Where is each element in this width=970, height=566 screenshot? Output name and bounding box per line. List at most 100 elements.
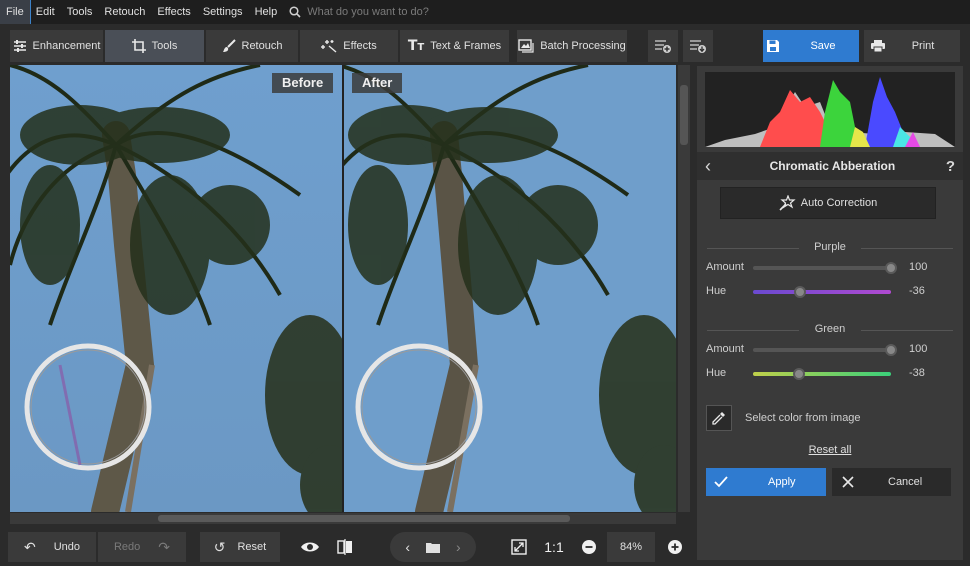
menu-edit[interactable]: Edit — [30, 0, 61, 24]
tab-retouch[interactable]: Retouch — [206, 30, 299, 62]
green-hue-value: -38 — [909, 367, 925, 379]
fit-screen-button[interactable] — [506, 532, 532, 562]
file-navigator: ‹ › — [390, 532, 476, 562]
zoom-out-button[interactable] — [578, 532, 600, 562]
auto-correction-button[interactable]: Auto Correction — [720, 187, 936, 219]
after-pane: After — [344, 65, 676, 512]
chevron-right-icon[interactable]: › — [456, 539, 461, 555]
vertical-scrollbar[interactable] — [678, 65, 690, 512]
reset-button[interactable]: ↺ Reset — [200, 532, 280, 562]
panel-title: Chromatic Abberation — [769, 159, 896, 173]
sliders-icon — [13, 40, 26, 52]
compare-button[interactable] — [332, 532, 358, 562]
panel-header: ‹ Chromatic Abberation ? — [697, 152, 963, 180]
purple-amount-slider[interactable] — [753, 262, 897, 274]
add-preset-button[interactable] — [648, 30, 678, 62]
before-pane: Before — [10, 65, 342, 512]
tab-text-frames[interactable]: TT Text & Frames — [400, 30, 510, 62]
eyedropper-icon — [712, 412, 725, 425]
eyedropper-button[interactable] — [706, 405, 732, 431]
menu-effects[interactable]: Effects — [151, 0, 196, 24]
text-icon: TT — [407, 38, 425, 54]
magic-wand-icon — [779, 195, 796, 211]
download-preset-button[interactable] — [683, 30, 713, 62]
horizontal-scroll-thumb[interactable] — [158, 515, 570, 522]
reset-icon: ↺ — [213, 538, 226, 555]
tab-enhancement[interactable]: Enhancement — [10, 30, 104, 62]
menu-settings[interactable]: Settings — [197, 0, 249, 24]
chevron-left-icon[interactable]: ‹ — [405, 539, 410, 555]
reset-all-link[interactable]: Reset all — [697, 444, 963, 456]
before-label: Before — [272, 73, 334, 93]
apply-label: Apply — [768, 476, 796, 488]
expand-icon — [511, 539, 527, 555]
zoom-in-button[interactable] — [664, 532, 686, 562]
image-viewport[interactable]: Before After — [10, 65, 676, 512]
purple-amount-label: Amount — [706, 261, 744, 273]
vertical-scroll-thumb[interactable] — [680, 85, 688, 145]
printer-icon — [870, 40, 885, 53]
after-label: After — [352, 73, 403, 93]
sparkle-icon — [321, 40, 337, 53]
images-icon — [518, 39, 534, 53]
auto-correction-label: Auto Correction — [800, 197, 878, 209]
split-divider[interactable] — [342, 65, 344, 512]
green-amount-label: Amount — [706, 343, 744, 355]
purple-section-title: Purple — [707, 241, 953, 253]
purple-amount-value: 100 — [909, 261, 928, 273]
apply-button[interactable]: Apply — [706, 468, 826, 496]
preview-eye-button[interactable] — [295, 532, 325, 562]
purple-hue-value: -36 — [909, 285, 925, 297]
save-button[interactable]: Save — [763, 30, 859, 62]
checkmark-icon — [714, 476, 728, 488]
green-hue-label: Hue — [706, 367, 727, 379]
eye-icon — [301, 542, 319, 552]
search-icon — [289, 6, 301, 18]
purple-hue-knob[interactable] — [793, 286, 806, 298]
menu-retouch[interactable]: Retouch — [98, 0, 151, 24]
cancel-button[interactable]: Cancel — [832, 468, 951, 496]
batch-label: Batch Processing — [540, 40, 626, 52]
after-photo — [344, 65, 676, 512]
tab-label: Tools — [151, 40, 178, 52]
print-label: Print — [911, 40, 935, 52]
compare-icon — [337, 539, 352, 555]
tab-label: Text & Frames — [430, 40, 502, 52]
redo-label: Redo — [113, 541, 141, 553]
before-photo — [10, 65, 342, 512]
green-section-title: Green — [707, 323, 953, 335]
save-label: Save — [810, 40, 836, 52]
tab-effects[interactable]: Effects — [300, 30, 399, 62]
help-icon[interactable]: ? — [946, 158, 955, 175]
menu-file[interactable]: File — [0, 0, 31, 25]
folder-icon[interactable] — [426, 541, 440, 553]
tab-label: Enhancement — [32, 40, 101, 52]
histogram — [705, 72, 955, 147]
tab-tools[interactable]: Tools — [105, 30, 205, 62]
menu-bar: File Edit Tools Retouch Effects Settings… — [0, 0, 970, 25]
purple-hue-slider[interactable] — [753, 286, 891, 298]
menu-help[interactable]: Help — [249, 0, 284, 24]
green-amount-slider[interactable] — [753, 344, 897, 356]
horizontal-scrollbar[interactable] — [10, 513, 676, 524]
reset-label: Reset — [237, 541, 267, 553]
green-amount-knob[interactable] — [885, 344, 897, 356]
undo-label: Undo — [53, 541, 81, 553]
print-button[interactable]: Print — [864, 30, 960, 62]
redo-icon: ↷ — [158, 538, 171, 555]
batch-processing-button[interactable]: Batch Processing — [517, 30, 627, 62]
green-hue-knob[interactable] — [792, 368, 805, 380]
actual-size-button[interactable]: 1:1 — [540, 532, 568, 562]
undo-button[interactable]: ↶ Undo — [8, 532, 96, 562]
floppy-icon — [767, 40, 780, 52]
menu-tools[interactable]: Tools — [61, 0, 99, 24]
green-hue-slider[interactable] — [753, 368, 891, 380]
tab-label: Retouch — [241, 40, 283, 52]
tab-label: Effects — [343, 40, 377, 52]
search-input[interactable] — [307, 6, 468, 18]
zoom-level[interactable]: 84% — [607, 532, 655, 562]
redo-button[interactable]: Redo ↷ — [98, 532, 186, 562]
back-icon[interactable]: ‹ — [705, 156, 719, 177]
crop-icon — [131, 39, 146, 53]
purple-amount-knob[interactable] — [885, 262, 897, 274]
